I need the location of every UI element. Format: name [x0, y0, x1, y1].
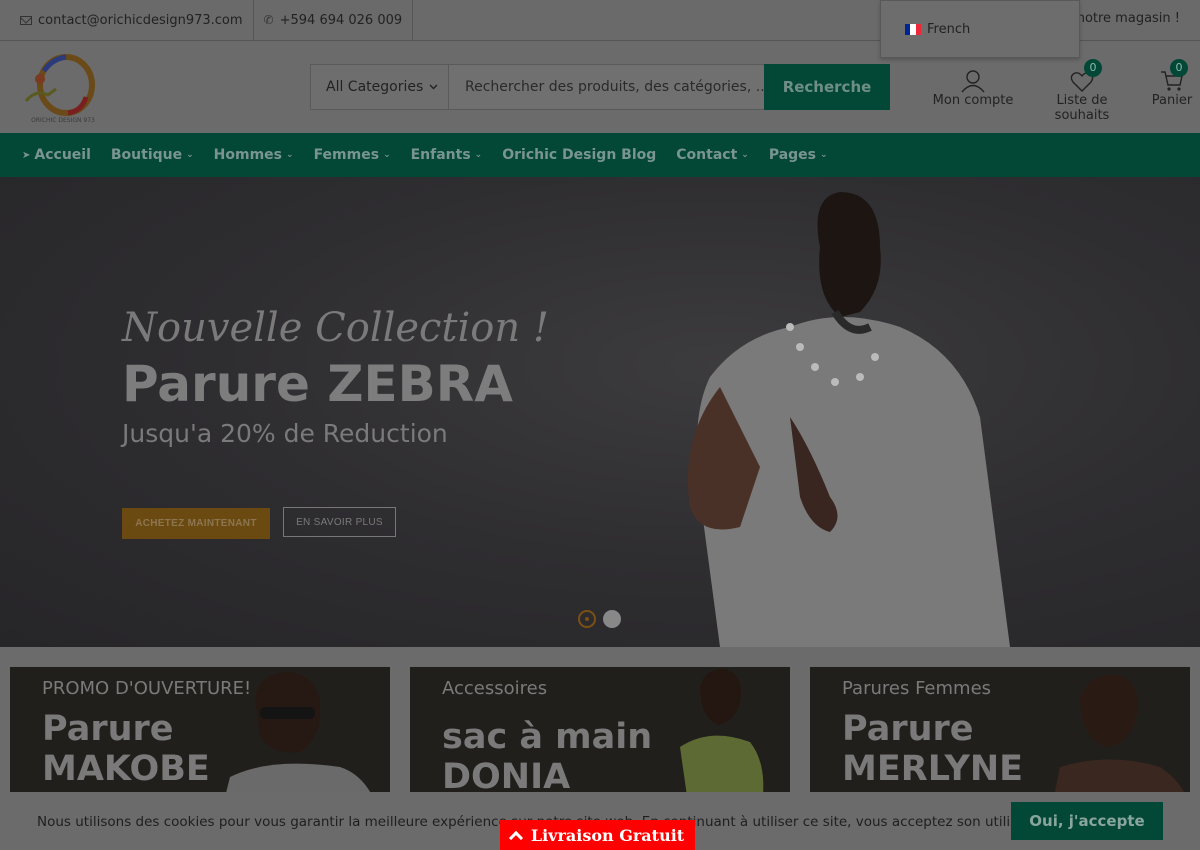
- banner-pre: Accessoires: [442, 678, 548, 699]
- banner-title: Parure MERLYNE: [842, 709, 1024, 789]
- category-label: All Categories: [326, 79, 424, 95]
- contact-email[interactable]: contact@orichicdesign973.com: [0, 0, 254, 41]
- category-select[interactable]: All Categories: [311, 65, 449, 109]
- hero-title: Parure ZEBRA: [122, 355, 513, 413]
- language-label: French: [927, 21, 971, 37]
- nav-item-contact[interactable]: Contact ⌄: [676, 147, 749, 163]
- banner-pre: PROMO D'OUVERTURE!: [42, 678, 252, 699]
- chevron-down-icon: ⌄: [474, 150, 483, 160]
- store-link[interactable]: notre magasin !: [1077, 11, 1180, 26]
- hero-script-title: Nouvelle Collection !: [122, 305, 549, 351]
- user-icon: [961, 70, 985, 93]
- nav-item-enfants[interactable]: Enfants ⌄: [411, 147, 483, 163]
- free-shipping-tab[interactable]: Livraison Gratuit: [500, 820, 695, 850]
- chevron-down-icon: ⌄: [741, 150, 749, 160]
- chevron-up-icon: [508, 830, 523, 845]
- hero-subtitle: Jusqu'a 20% de Reduction: [122, 419, 448, 448]
- cart-link[interactable]: 0 Panier: [1148, 59, 1196, 108]
- chevron-down-icon: [429, 84, 438, 90]
- free-shipping-label: Livraison Gratuit: [530, 825, 685, 845]
- account-label: Mon compte: [932, 93, 1014, 108]
- learn-more-button[interactable]: EN SAVOIR PLUS: [283, 507, 396, 537]
- french-flag-icon: [905, 23, 921, 35]
- slider-dot-2[interactable]: [603, 610, 621, 628]
- chevron-down-icon: ⌄: [383, 150, 391, 160]
- wishlist-label: Liste de souhaits: [1054, 93, 1110, 123]
- phone-icon: ✆: [263, 13, 274, 27]
- banner-title: Parure MAKOBE: [42, 709, 210, 789]
- chevron-down-icon: ⌄: [820, 150, 828, 160]
- shop-now-button[interactable]: ACHETEZ MAINTENANT: [122, 508, 270, 539]
- slider-dot-1[interactable]: [578, 610, 596, 628]
- banner-title: sac à main DONIA: [442, 717, 653, 797]
- wishlist-link[interactable]: 0 Liste de souhaits: [1030, 59, 1134, 123]
- nav-item-boutique[interactable]: Boutique ⌄: [111, 147, 194, 163]
- language-dropdown[interactable]: French: [880, 0, 1080, 58]
- email-text: contact@orichicdesign973.com: [38, 12, 243, 28]
- home-arrow-icon: ➤: [22, 149, 31, 161]
- nav-item-hommes[interactable]: Hommes ⌄: [214, 147, 294, 163]
- search-button[interactable]: Recherche: [764, 64, 890, 110]
- phone-text: +594 694 026 009: [279, 12, 403, 28]
- contact-phone[interactable]: ✆ +594 694 026 009: [254, 0, 414, 41]
- nav-item-femmes[interactable]: Femmes ⌄: [314, 147, 391, 163]
- account-link[interactable]: Mon compte: [930, 67, 1016, 108]
- nav-item-pages[interactable]: Pages ⌄: [769, 147, 828, 163]
- nav-item-accueil[interactable]: ➤ Accueil: [22, 147, 91, 163]
- mail-icon: [20, 15, 32, 25]
- logo-icon: ORICHIC DESIGN 973: [24, 54, 95, 124]
- main-nav: ➤ Accueil Boutique ⌄ Hommes ⌄ Femmes ⌄ Enfa…: [0, 133, 1200, 177]
- banner-pre: Parures Femmes: [842, 678, 992, 699]
- cart-count-badge: 0: [1170, 59, 1188, 77]
- wishlist-count-badge: 0: [1084, 59, 1102, 77]
- chevron-down-icon: ⌄: [186, 150, 194, 160]
- logo-text: ORICHIC DESIGN 973: [31, 117, 95, 124]
- cart-label: Panier: [1151, 93, 1193, 108]
- nav-item-blog[interactable]: Orichic Design Blog: [502, 147, 656, 163]
- search-bar: All Categories Recherche: [310, 64, 890, 110]
- site-logo[interactable]: ORICHIC DESIGN 973: [22, 49, 104, 125]
- accept-cookies-button[interactable]: Oui, j'accepte: [1011, 802, 1163, 840]
- chevron-down-icon: ⌄: [286, 150, 294, 160]
- search-input[interactable]: [449, 65, 764, 109]
- hero-slider: Nouvelle Collection ! Parure ZEBRA Jusqu…: [0, 177, 1200, 647]
